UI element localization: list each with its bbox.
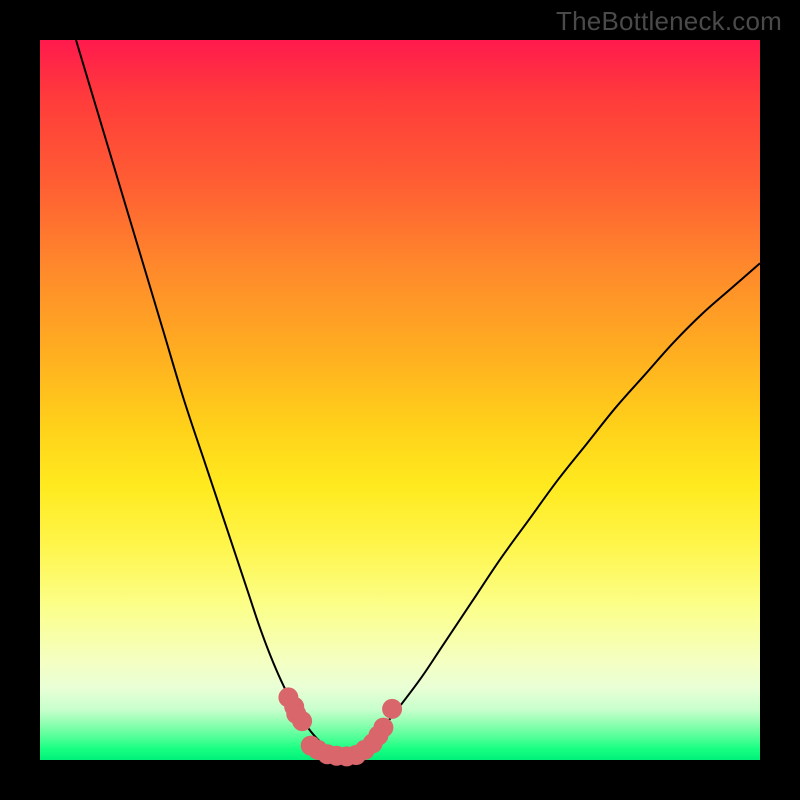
right-curve xyxy=(346,263,760,756)
data-point xyxy=(382,699,402,719)
chart-frame: TheBottleneck.com xyxy=(0,0,800,800)
plot-area xyxy=(40,40,760,760)
curves-svg xyxy=(40,40,760,760)
scatter-dots xyxy=(278,687,402,766)
left-curve xyxy=(76,40,346,756)
data-point xyxy=(292,711,312,731)
data-point xyxy=(373,718,393,738)
watermark-text: TheBottleneck.com xyxy=(556,6,782,37)
